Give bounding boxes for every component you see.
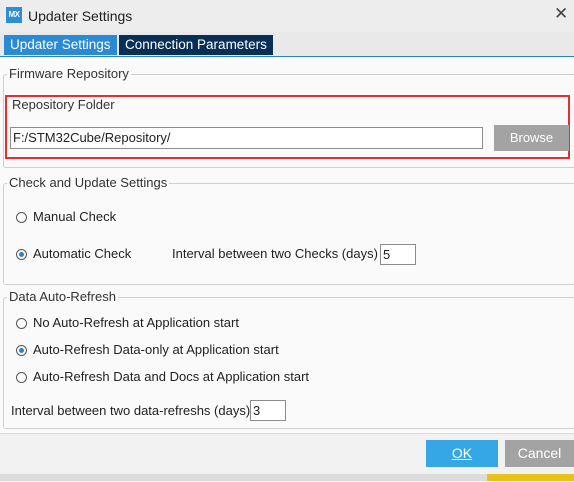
ok-button-label: OK [451, 445, 473, 461]
no-auto-refresh-label[interactable]: No Auto-Refresh at Application start [33, 315, 239, 330]
check-update-group [3, 183, 574, 285]
browse-button[interactable]: Browse [494, 125, 569, 151]
check-interval-label: Interval between two Checks (days) [172, 246, 378, 261]
refresh-data-only-radio[interactable] [16, 345, 27, 356]
automatic-check-label[interactable]: Automatic Check [33, 246, 131, 261]
close-icon[interactable]: ✕ [554, 4, 568, 24]
data-auto-refresh-legend: Data Auto-Refresh [7, 289, 118, 304]
app-logo-icon: MX [6, 7, 22, 23]
manual-check-label[interactable]: Manual Check [33, 209, 116, 224]
repository-folder-label: Repository Folder [12, 97, 115, 112]
check-update-legend: Check and Update Settings [7, 175, 170, 190]
repository-folder-input[interactable]: F:/STM32Cube/Repository/ [10, 127, 483, 149]
window-title: Updater Settings [28, 8, 133, 24]
ok-button[interactable]: OK [426, 440, 498, 467]
firmware-repository-legend: Firmware Repository [7, 66, 131, 81]
manual-check-radio[interactable] [16, 212, 27, 223]
check-interval-input[interactable]: 5 [380, 244, 416, 265]
automatic-check-radio[interactable] [16, 249, 27, 260]
refresh-data-docs-label[interactable]: Auto-Refresh Data and Docs at Applicatio… [33, 369, 309, 384]
no-auto-refresh-radio[interactable] [16, 318, 27, 329]
refresh-interval-label: Interval between two data-refreshs (days… [11, 403, 251, 418]
tab-connection-parameters[interactable]: Connection Parameters [119, 35, 273, 55]
refresh-data-docs-radio[interactable] [16, 372, 27, 383]
background-edge [487, 474, 574, 481]
tab-updater-settings[interactable]: Updater Settings [4, 35, 117, 55]
refresh-interval-input[interactable]: 3 [250, 400, 286, 421]
cancel-button[interactable]: Cancel [505, 440, 574, 467]
refresh-data-only-label[interactable]: Auto-Refresh Data-only at Application st… [33, 342, 279, 357]
